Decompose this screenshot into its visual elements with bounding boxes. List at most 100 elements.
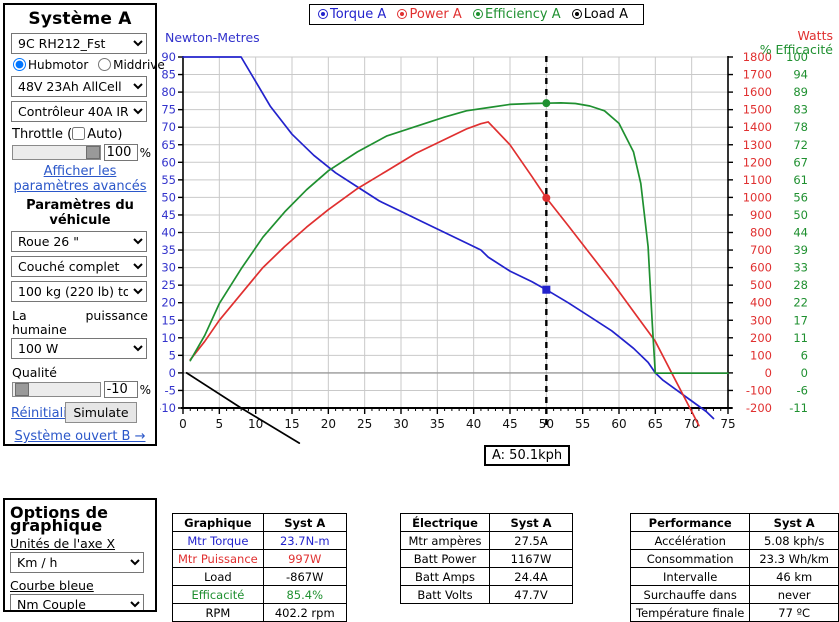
tick-label-x: 70 bbox=[684, 417, 699, 431]
human-power-select[interactable]: 100 W bbox=[11, 338, 147, 359]
legend-item-load[interactable]: Load A bbox=[571, 7, 628, 22]
tick-label-watts: 400 bbox=[750, 296, 772, 310]
tick-label-x: 0 bbox=[179, 417, 187, 431]
tick-label-left: 75 bbox=[161, 103, 176, 117]
radio-dot-icon[interactable] bbox=[571, 9, 582, 19]
wheel-select[interactable]: Roue 26 " bbox=[11, 231, 147, 252]
radio-hubmotor[interactable]: Hubmotor bbox=[13, 58, 92, 72]
table-cell-value: 23.7N-m bbox=[262, 531, 347, 550]
table-cell-label: Intervalle bbox=[629, 567, 751, 586]
tick-label-left: 55 bbox=[161, 173, 176, 187]
tick-label-efficiency: 11 bbox=[793, 331, 808, 345]
marker-dot-torque bbox=[542, 285, 551, 294]
radio-middrive[interactable]: Middrive bbox=[98, 58, 165, 72]
quality-value-input[interactable] bbox=[103, 381, 138, 398]
tick-label-x: 60 bbox=[611, 417, 626, 431]
battery-select[interactable]: 48V 23Ah AllCell bbox=[11, 76, 147, 97]
tick-label-x: 5 bbox=[216, 417, 224, 431]
throttle-auto-checkbox[interactable] bbox=[72, 127, 86, 140]
table-row: Surchauffe dans never bbox=[629, 585, 839, 604]
vehicle-params-title-line1: Paramètres du bbox=[26, 198, 134, 213]
throttle-percent-label: % bbox=[139, 145, 151, 160]
tick-label-efficiency: 72 bbox=[793, 138, 808, 152]
table-cell-value: 23.3 Wh/km bbox=[749, 549, 839, 568]
quality-slider-knob[interactable] bbox=[15, 383, 29, 396]
tick-label-efficiency: 0 bbox=[801, 366, 808, 380]
tick-label-left: 90 bbox=[161, 50, 176, 64]
table-row: Load -867W bbox=[172, 567, 347, 586]
throttle-slider[interactable] bbox=[12, 145, 101, 160]
show-advanced-params-link-line2[interactable]: paramètres avancés bbox=[9, 179, 151, 194]
table-cell-value: 85.4% bbox=[262, 585, 347, 604]
tick-label-left: 45 bbox=[161, 208, 176, 222]
graph-options-panel: Options de graphique Unités de l'axe X K… bbox=[3, 498, 157, 612]
tick-label-left: 80 bbox=[161, 85, 176, 99]
controller-select[interactable]: Contrôleur 40A IR bbox=[11, 101, 147, 122]
tick-label-watts: 100 bbox=[750, 348, 772, 362]
legend-item-power[interactable]: Power A bbox=[397, 7, 462, 22]
table-cell-value: 47.7V bbox=[489, 585, 573, 604]
tick-label-watts: 600 bbox=[750, 261, 772, 275]
radio-hubmotor-input[interactable] bbox=[13, 58, 26, 71]
legend-item-torque[interactable]: Torque A bbox=[318, 7, 386, 22]
tick-label-left: 70 bbox=[161, 120, 176, 134]
throttle-slider-knob[interactable] bbox=[85, 146, 100, 159]
tick-label-efficiency: 78 bbox=[793, 120, 808, 134]
tick-label-efficiency: 89 bbox=[793, 85, 808, 99]
table-cell-value: 77 ºC bbox=[749, 603, 839, 622]
human-power-label-part1: La bbox=[12, 308, 27, 323]
tick-label-efficiency: 39 bbox=[793, 243, 808, 257]
tick-label-left: 0 bbox=[169, 366, 176, 380]
tick-label-x: 20 bbox=[321, 417, 336, 431]
tick-label-watts: 1600 bbox=[743, 85, 772, 99]
chart-legend[interactable]: Torque A Power A Efficiency A Load A bbox=[309, 4, 644, 25]
human-power-label-part3: humaine bbox=[12, 322, 67, 337]
tick-label-left: 60 bbox=[161, 155, 176, 169]
throttle-label-row: Throttle (Auto) bbox=[12, 127, 151, 142]
radio-dot-icon[interactable] bbox=[397, 9, 408, 19]
table-cell-value: 1167W bbox=[489, 549, 573, 568]
simulation-chart: Newton-Metres Watts % Efficacité 90 85 80 7… bbox=[157, 26, 839, 476]
tick-label-left: 5 bbox=[169, 348, 176, 362]
tick-label-watts: 700 bbox=[750, 243, 772, 257]
tick-label-watts: 1100 bbox=[743, 173, 772, 187]
simulate-button[interactable]: Simulate bbox=[65, 402, 137, 423]
legend-item-efficiency[interactable]: Efficiency A bbox=[472, 7, 561, 22]
system-a-title: Système A bbox=[28, 9, 132, 29]
tick-label-x: 75 bbox=[720, 417, 735, 431]
electric-table-body: Électrique Syst A Mtr ampères 27.5A Batt Pow… bbox=[400, 513, 573, 604]
quality-slider[interactable] bbox=[12, 382, 101, 397]
open-system-b-link[interactable]: Système ouvert B → bbox=[9, 429, 151, 444]
radio-dot-icon[interactable] bbox=[472, 9, 483, 19]
chart-svg: 908580757065605550454035302520151050-5-1… bbox=[157, 50, 808, 444]
table-cell-label: Surchauffe dans bbox=[629, 585, 751, 604]
radio-middrive-label: Middrive bbox=[113, 58, 165, 72]
tick-label-watts: -200 bbox=[746, 401, 772, 415]
table-cell-label: Batt Power bbox=[400, 549, 490, 568]
table-row: Mtr Puissance 997W bbox=[172, 549, 347, 568]
drive-type-radio-group[interactable]: Hubmotor Middrive bbox=[13, 58, 165, 72]
show-advanced-params-link-line1[interactable]: Afficher les bbox=[9, 164, 151, 179]
vehicle-params-title-line2: véhicule bbox=[49, 213, 111, 228]
table-row: Batt Amps 24.4A bbox=[400, 567, 573, 586]
total-weight-select[interactable]: 100 kg (220 lb) tot bbox=[11, 281, 147, 302]
blue-curve-select[interactable]: Nm Couple bbox=[10, 594, 144, 610]
tick-label-x: 40 bbox=[466, 417, 481, 431]
motor-select[interactable]: 9C RH212_Fst bbox=[11, 33, 147, 54]
tick-label-efficiency: -11 bbox=[789, 401, 808, 415]
throttle-value-input[interactable] bbox=[103, 144, 138, 161]
tick-label-efficiency: 56 bbox=[793, 190, 808, 204]
radio-middrive-input[interactable] bbox=[98, 58, 112, 71]
tick-label-x: 65 bbox=[648, 417, 663, 431]
riding-position-select[interactable]: Couché complet bbox=[11, 256, 147, 277]
table-cell-label: Consommation bbox=[629, 549, 751, 568]
tick-label-efficiency: 6 bbox=[801, 348, 808, 362]
table-row: Mtr Torque 23.7N-m bbox=[172, 531, 347, 550]
radio-hubmotor-label: Hubmotor bbox=[28, 58, 89, 72]
left-axis-caption: Newton-Metres bbox=[165, 30, 260, 45]
table-cell-label: Mtr ampères bbox=[400, 531, 490, 550]
quality-label: Qualité bbox=[12, 365, 57, 380]
radio-dot-icon[interactable] bbox=[318, 9, 328, 19]
table-cell-value: 46 km bbox=[749, 567, 839, 586]
x-axis-units-select[interactable]: Km / h bbox=[10, 552, 144, 573]
